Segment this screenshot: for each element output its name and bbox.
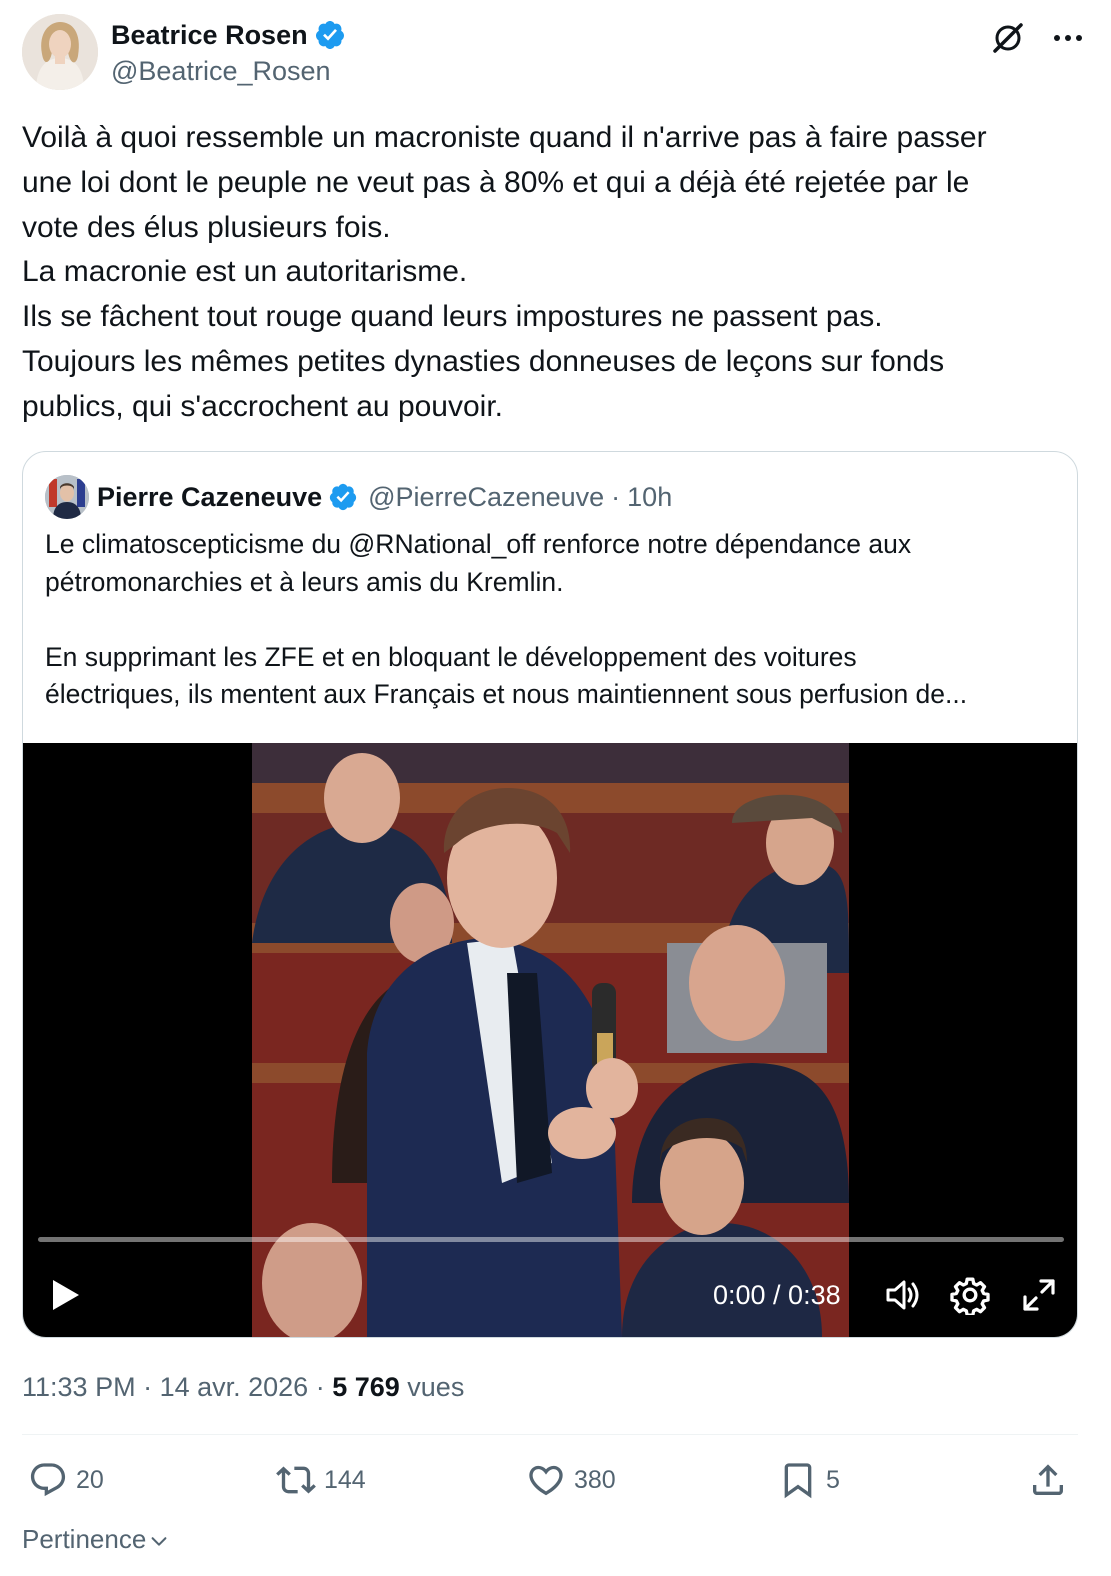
repost-count: 144 xyxy=(324,1465,366,1494)
quoted-author-avatar[interactable] xyxy=(45,475,89,519)
separator-dot: · xyxy=(308,1372,333,1402)
separator-dot: · xyxy=(611,481,621,512)
tweet-date[interactable]: 14 avr. 2026 xyxy=(160,1372,309,1402)
separator-dot: · xyxy=(135,1372,160,1402)
sort-label: Pertinence xyxy=(22,1523,147,1554)
quoted-line xyxy=(45,601,1065,639)
author-name-row[interactable]: Beatrice Rosen xyxy=(111,18,346,52)
heart-icon xyxy=(529,1465,563,1496)
tweet-line: La macronie est un autoritarisme. xyxy=(22,255,468,289)
share-icon xyxy=(1033,1464,1063,1495)
tweet-line: vote des élus plusieurs fois. xyxy=(22,210,391,244)
tweet-line: Voilà à quoi ressemble un macroniste qua… xyxy=(22,121,987,154)
quoted-line: pétromonarchies et à leurs amis du Kreml… xyxy=(45,566,564,597)
tweet-text: Voilà à quoi ressemble un macroniste qua… xyxy=(22,116,1082,430)
bookmark-icon xyxy=(784,1463,812,1499)
author-name[interactable]: Beatrice Rosen xyxy=(111,20,308,51)
video-player[interactable]: 0:00 / 0:38 xyxy=(23,743,1077,1337)
views-count: 5 769 xyxy=(332,1372,400,1402)
volume-icon[interactable] xyxy=(883,1275,923,1315)
reply-button[interactable]: 20 xyxy=(28,1452,104,1508)
share-button[interactable] xyxy=(1028,1452,1068,1508)
quoted-line: Le climatoscepticisme du @RNational_off … xyxy=(45,529,912,559)
tweet-line: Ils se fâchent tout rouge quand leurs im… xyxy=(22,300,883,334)
quoted-tweet-text: Le climatoscepticisme du @RNational_off … xyxy=(45,526,1065,714)
like-count: 380 xyxy=(574,1465,616,1494)
settings-gear-icon[interactable] xyxy=(950,1275,990,1317)
divider xyxy=(22,1434,1078,1435)
tweet-line: Toujours les mêmes petites dynasties don… xyxy=(22,344,945,378)
quoted-author-handle[interactable]: @PierreCazeneuve xyxy=(368,482,604,513)
reply-count: 20 xyxy=(76,1465,104,1494)
quoted-line: électriques, ils mentent aux Français et… xyxy=(45,679,968,709)
reply-icon xyxy=(30,1463,66,1497)
tweet-header: Beatrice Rosen @Beatrice_Rosen xyxy=(22,14,1090,94)
play-icon[interactable] xyxy=(45,1275,85,1315)
tweet-line: une loi dont le peuple ne veut pas à 80%… xyxy=(22,165,970,199)
video-time-display: 0:00 / 0:38 xyxy=(713,1280,841,1310)
reply-sort-dropdown[interactable]: Pertinence xyxy=(22,1522,170,1556)
bookmark-count: 5 xyxy=(826,1465,840,1494)
repost-button[interactable]: 144 xyxy=(276,1452,366,1508)
verified-badge-icon[interactable] xyxy=(328,482,358,512)
tweet-time[interactable]: 11:33 PM xyxy=(22,1372,136,1402)
quoted-tweet-time[interactable]: 10h xyxy=(627,482,672,513)
video-progress-bar[interactable] xyxy=(38,1237,1064,1242)
like-button[interactable]: 380 xyxy=(526,1452,616,1508)
author-handle[interactable]: @Beatrice_Rosen xyxy=(111,56,331,87)
views-label: vues xyxy=(399,1372,465,1402)
chevron-down-icon xyxy=(151,1537,167,1546)
more-options-icon[interactable] xyxy=(1046,18,1090,58)
quoted-author-name[interactable]: Pierre Cazeneuve xyxy=(97,482,322,513)
repost-icon xyxy=(276,1466,316,1494)
video-frame xyxy=(252,743,849,1337)
author-avatar[interactable] xyxy=(22,14,98,90)
fullscreen-icon[interactable] xyxy=(1019,1275,1059,1315)
grok-icon[interactable] xyxy=(988,18,1028,58)
quoted-tweet[interactable]: Pierre Cazeneuve @PierreCazeneuve · 10h … xyxy=(22,451,1078,1338)
quoted-line: En supprimant les ZFE et en bloquant le … xyxy=(45,641,857,672)
tweet-line: publics, qui s'accrochent au pouvoir. xyxy=(22,389,504,423)
verified-badge-icon[interactable] xyxy=(314,19,346,51)
tweet-meta: 11:33 PM · 14 avr. 2026 · 5 769 vues xyxy=(22,1370,464,1404)
quoted-tweet-header: Pierre Cazeneuve @PierreCazeneuve · 10h xyxy=(45,474,672,520)
action-bar: 20 144 380 5 xyxy=(22,1452,1078,1508)
bookmark-button[interactable]: 5 xyxy=(778,1452,840,1508)
